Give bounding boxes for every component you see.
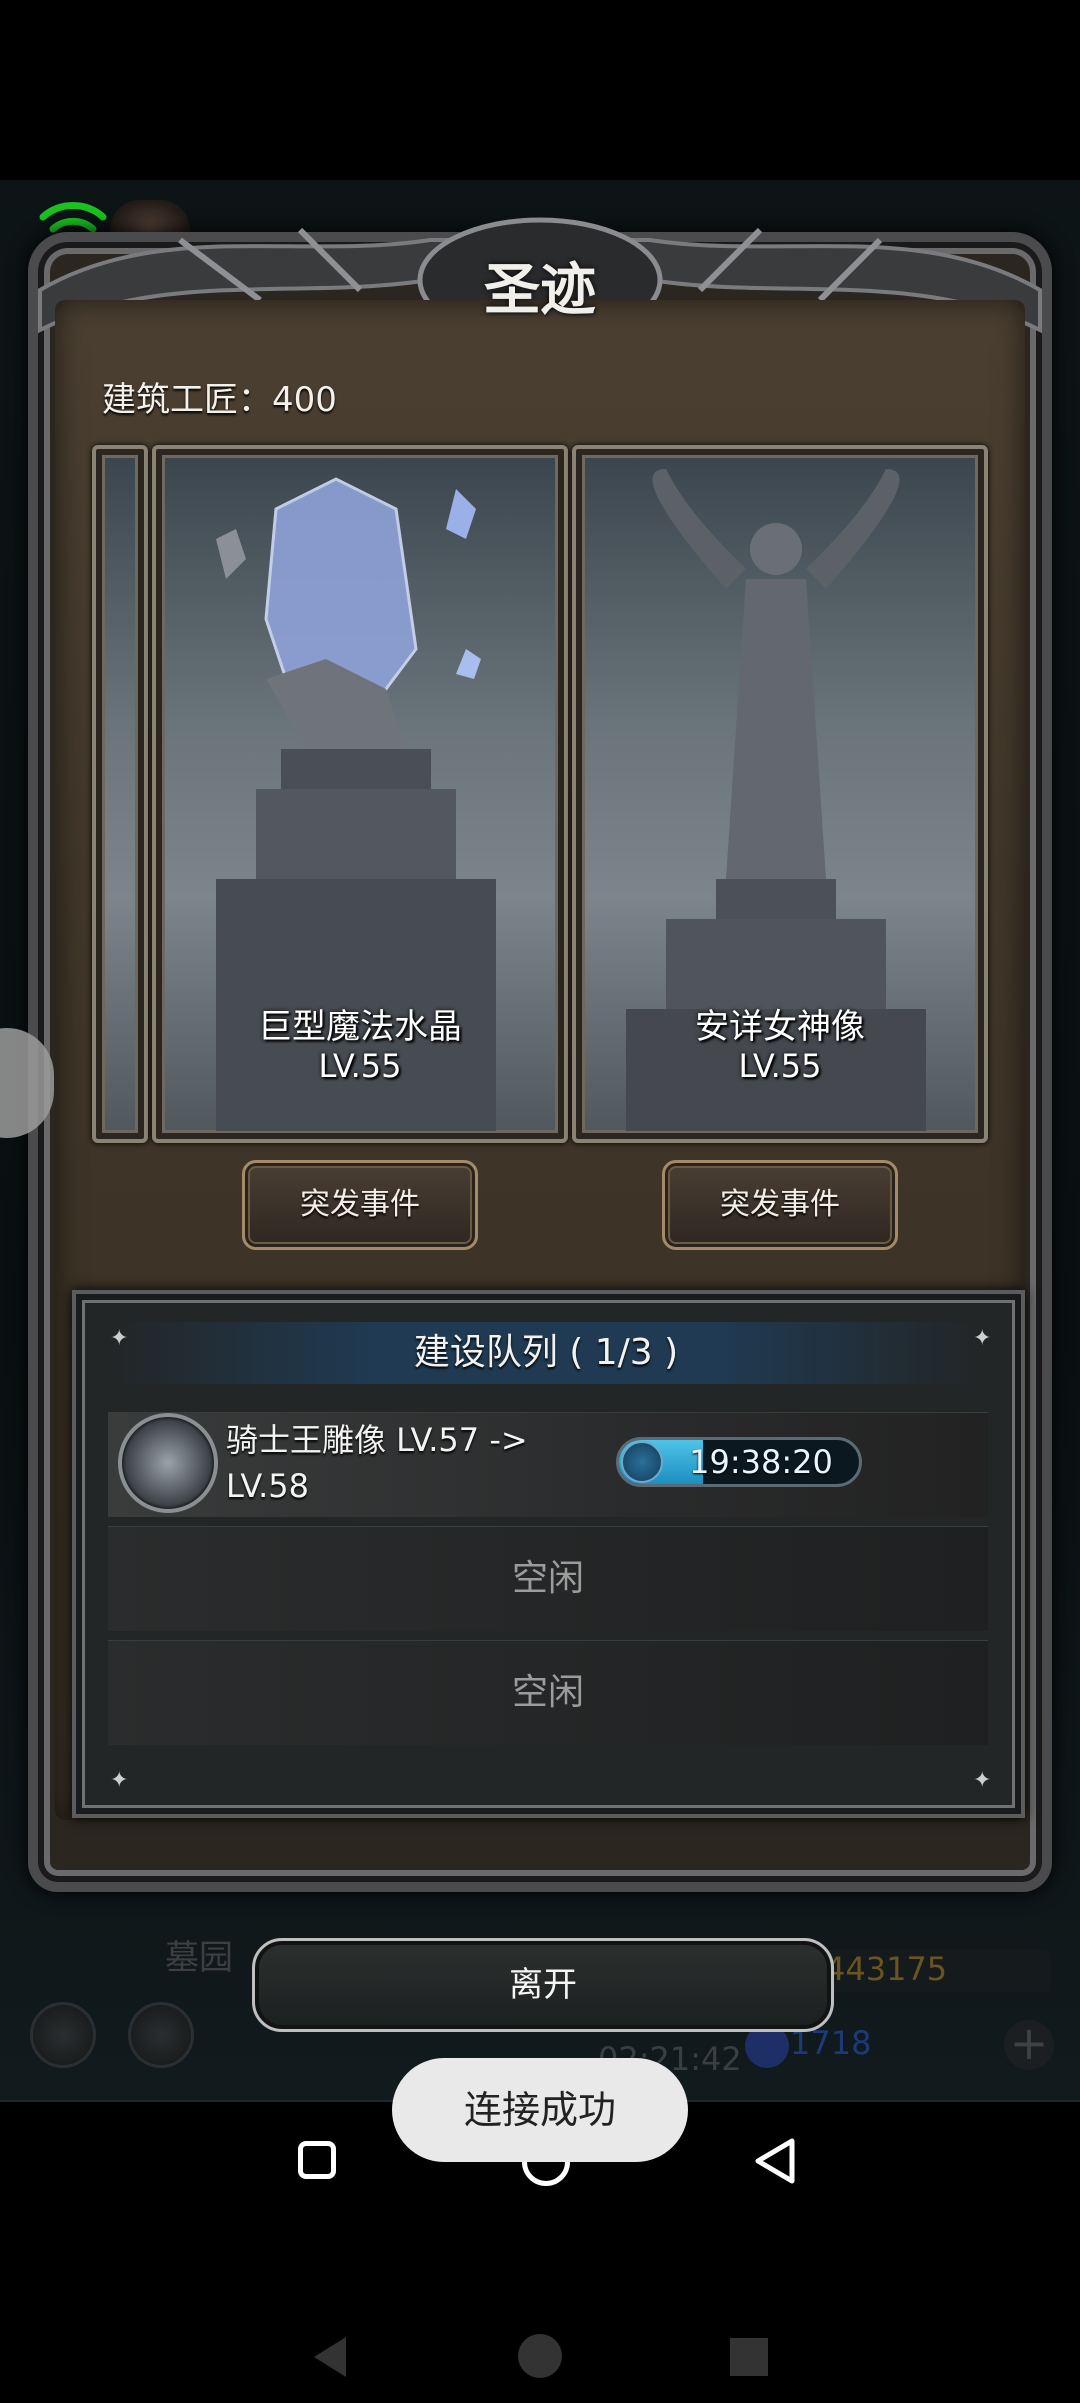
build-timer: 19:38:20 xyxy=(616,1437,862,1487)
recent-apps-button-secondary[interactable] xyxy=(730,2338,768,2376)
event-button[interactable]: 突发事件 xyxy=(242,1160,478,1250)
recent-apps-button[interactable] xyxy=(298,2141,336,2179)
build-queue-panel: ✦ ✦ ✦ ✦ 建设队列 ( 1/3 ) 骑士王雕像 LV.57 -> LV.5… xyxy=(72,1290,1025,1818)
dialog-title: 圣迹 xyxy=(484,257,596,323)
idle-label: 空闲 xyxy=(511,1672,584,1713)
toast-message: 连接成功 xyxy=(392,2058,688,2162)
card-level: LV.55 xyxy=(738,1047,822,1085)
card-level: LV.55 xyxy=(318,1047,402,1085)
queue-building-name: 骑士王雕像 LV.57 -> LV.58 xyxy=(226,1421,528,1505)
queue-slot-idle[interactable]: 空闲 xyxy=(108,1526,988,1631)
queue-slot-active[interactable]: 骑士王雕像 LV.57 -> LV.58 19:38:20 xyxy=(108,1412,988,1517)
corner-star-icon: ✦ xyxy=(973,1768,992,1793)
gold-amount: 443175 xyxy=(825,1950,948,1988)
back-button[interactable] xyxy=(752,2136,798,2186)
home-button-secondary[interactable] xyxy=(518,2334,562,2378)
card-name: 巨型魔法水晶 xyxy=(258,1007,462,1047)
menu-round-icon[interactable] xyxy=(30,2002,96,2068)
knight-statue-avatar xyxy=(118,1413,218,1513)
leave-button[interactable]: 离开 xyxy=(252,1938,834,2032)
building-card-crystal[interactable]: 巨型魔法水晶 LV.55 xyxy=(152,445,568,1143)
menu-round-icon[interactable] xyxy=(128,2002,194,2068)
craftsman-count: 建筑工匠：400 xyxy=(102,380,337,420)
queue-header: 建设队列 ( 1/3 ) xyxy=(116,1322,976,1384)
idle-label: 空闲 xyxy=(511,1558,584,1599)
building-card-goddess[interactable]: 安详女神像 LV.55 xyxy=(572,445,988,1143)
timer-text: 19:38:20 xyxy=(689,1443,833,1481)
corner-star-icon: ✦ xyxy=(110,1768,129,1793)
event-button[interactable]: 突发事件 xyxy=(662,1160,898,1250)
graveyard-label: 墓园 xyxy=(165,1938,233,1978)
back-button-secondary[interactable] xyxy=(310,2335,350,2379)
timer-icon xyxy=(621,1441,663,1483)
plus-icon[interactable]: + xyxy=(1004,2020,1054,2070)
queue-slot-idle[interactable]: 空闲 xyxy=(108,1640,988,1745)
card-name: 安详女神像 xyxy=(695,1007,865,1047)
building-card-partial[interactable] xyxy=(92,445,148,1143)
